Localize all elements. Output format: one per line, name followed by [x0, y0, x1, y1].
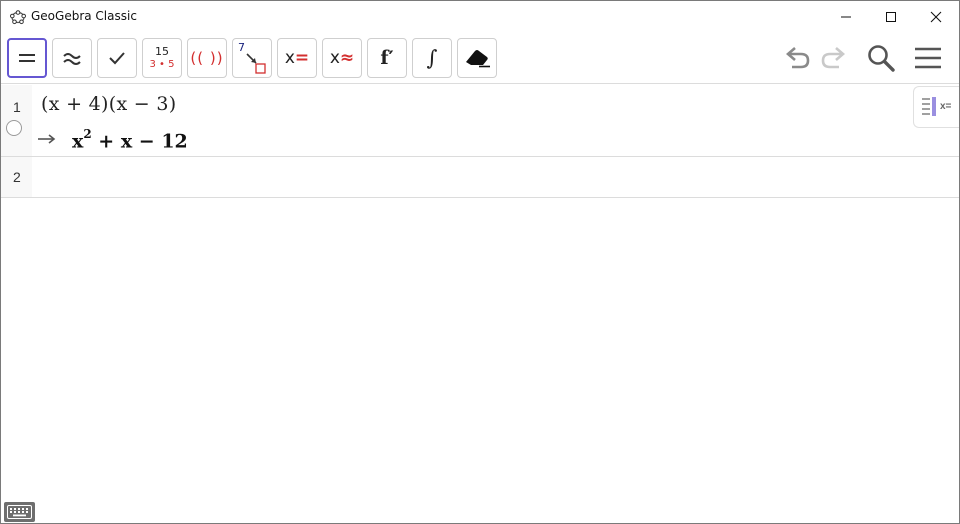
undo-icon — [786, 47, 810, 69]
eraser-icon — [466, 50, 490, 68]
solve-icon: x= — [285, 48, 309, 68]
redo-icon — [821, 47, 845, 69]
row-header: 1 — [1, 85, 32, 156]
numeric-tool[interactable] — [52, 38, 92, 78]
search-button[interactable] — [863, 40, 899, 76]
style-bar-toggle[interactable]: x= — [913, 86, 959, 128]
keyboard-icon — [7, 505, 32, 519]
output-exponent: 2 — [83, 127, 92, 141]
visibility-toggle[interactable] — [6, 120, 22, 136]
delete-tool[interactable] — [457, 38, 497, 78]
menu-icon — [915, 47, 941, 69]
output-rest: + x − 12 — [91, 130, 188, 153]
row-number: 2 — [13, 169, 21, 185]
app-window: GeoGebra Classic 15 3 • 5 (( )) 7 x= x≈ … — [0, 0, 960, 524]
integral-icon: ∫ — [426, 46, 438, 70]
cas-row-1[interactable]: 1 (x + 4)(x − 3) x2 + x − 12 — [1, 85, 959, 157]
output-base: x — [72, 130, 84, 153]
cas-row-2[interactable]: 2 — [1, 157, 959, 198]
redo-button[interactable] — [816, 40, 852, 76]
cas-toolbar: 15 3 • 5 (( )) 7 x= x≈ f′ ∫ — [1, 32, 959, 84]
solve-equals: = — [294, 48, 310, 68]
cas-output: x2 + x − 12 — [72, 127, 188, 153]
maximize-button[interactable] — [868, 1, 914, 32]
factor-brackets-icon: (( )) — [190, 49, 224, 67]
check-tool[interactable] — [97, 38, 137, 78]
factor-number-bottom: 3 • 5 — [149, 59, 175, 70]
title-bar: GeoGebra Classic — [1, 1, 959, 32]
equals-icon — [19, 54, 35, 62]
substitute-tool[interactable]: 7 — [232, 38, 272, 78]
search-icon — [868, 45, 895, 72]
row-header: 2 — [1, 157, 32, 197]
factor-tool[interactable]: (( )) — [187, 38, 227, 78]
cas-input[interactable]: (x + 4)(x − 3) — [41, 93, 176, 115]
undo-button[interactable] — [779, 40, 815, 76]
minimize-icon — [841, 16, 851, 17]
close-icon — [930, 11, 942, 22]
row-number: 1 — [13, 99, 21, 115]
minimize-button[interactable] — [823, 1, 869, 32]
output-arrow-icon — [38, 134, 56, 144]
virtual-keyboard-button[interactable] — [4, 502, 35, 522]
factor-number-top: 15 — [155, 45, 169, 58]
style-bar-label: x= — [940, 101, 952, 112]
close-button[interactable] — [913, 1, 959, 32]
main-menu-button[interactable] — [910, 40, 946, 76]
evaluate-tool[interactable] — [7, 38, 47, 78]
approx-icon — [63, 53, 81, 65]
window-title: GeoGebra Classic — [31, 9, 137, 23]
factor-number-tool[interactable]: 15 3 • 5 — [142, 38, 182, 78]
substitute-icon — [246, 53, 266, 74]
maximize-icon — [886, 11, 896, 22]
derivative-icon: f′ — [380, 47, 394, 69]
solve-numeric-icon: x≈ — [330, 48, 354, 68]
solve-variable: x — [284, 48, 295, 68]
integral-tool[interactable]: ∫ — [412, 38, 452, 78]
solve-numeric-tool[interactable]: x≈ — [322, 38, 362, 78]
check-icon — [109, 52, 125, 65]
solve-numeric-variable: x — [329, 48, 340, 68]
cas-view: 1 (x + 4)(x − 3) x2 + x − 12 2 — [1, 85, 959, 499]
solve-tool[interactable]: x= — [277, 38, 317, 78]
geogebra-icon — [10, 9, 26, 25]
derivative-tool[interactable]: f′ — [367, 38, 407, 78]
solve-numeric-approx: ≈ — [339, 48, 355, 68]
